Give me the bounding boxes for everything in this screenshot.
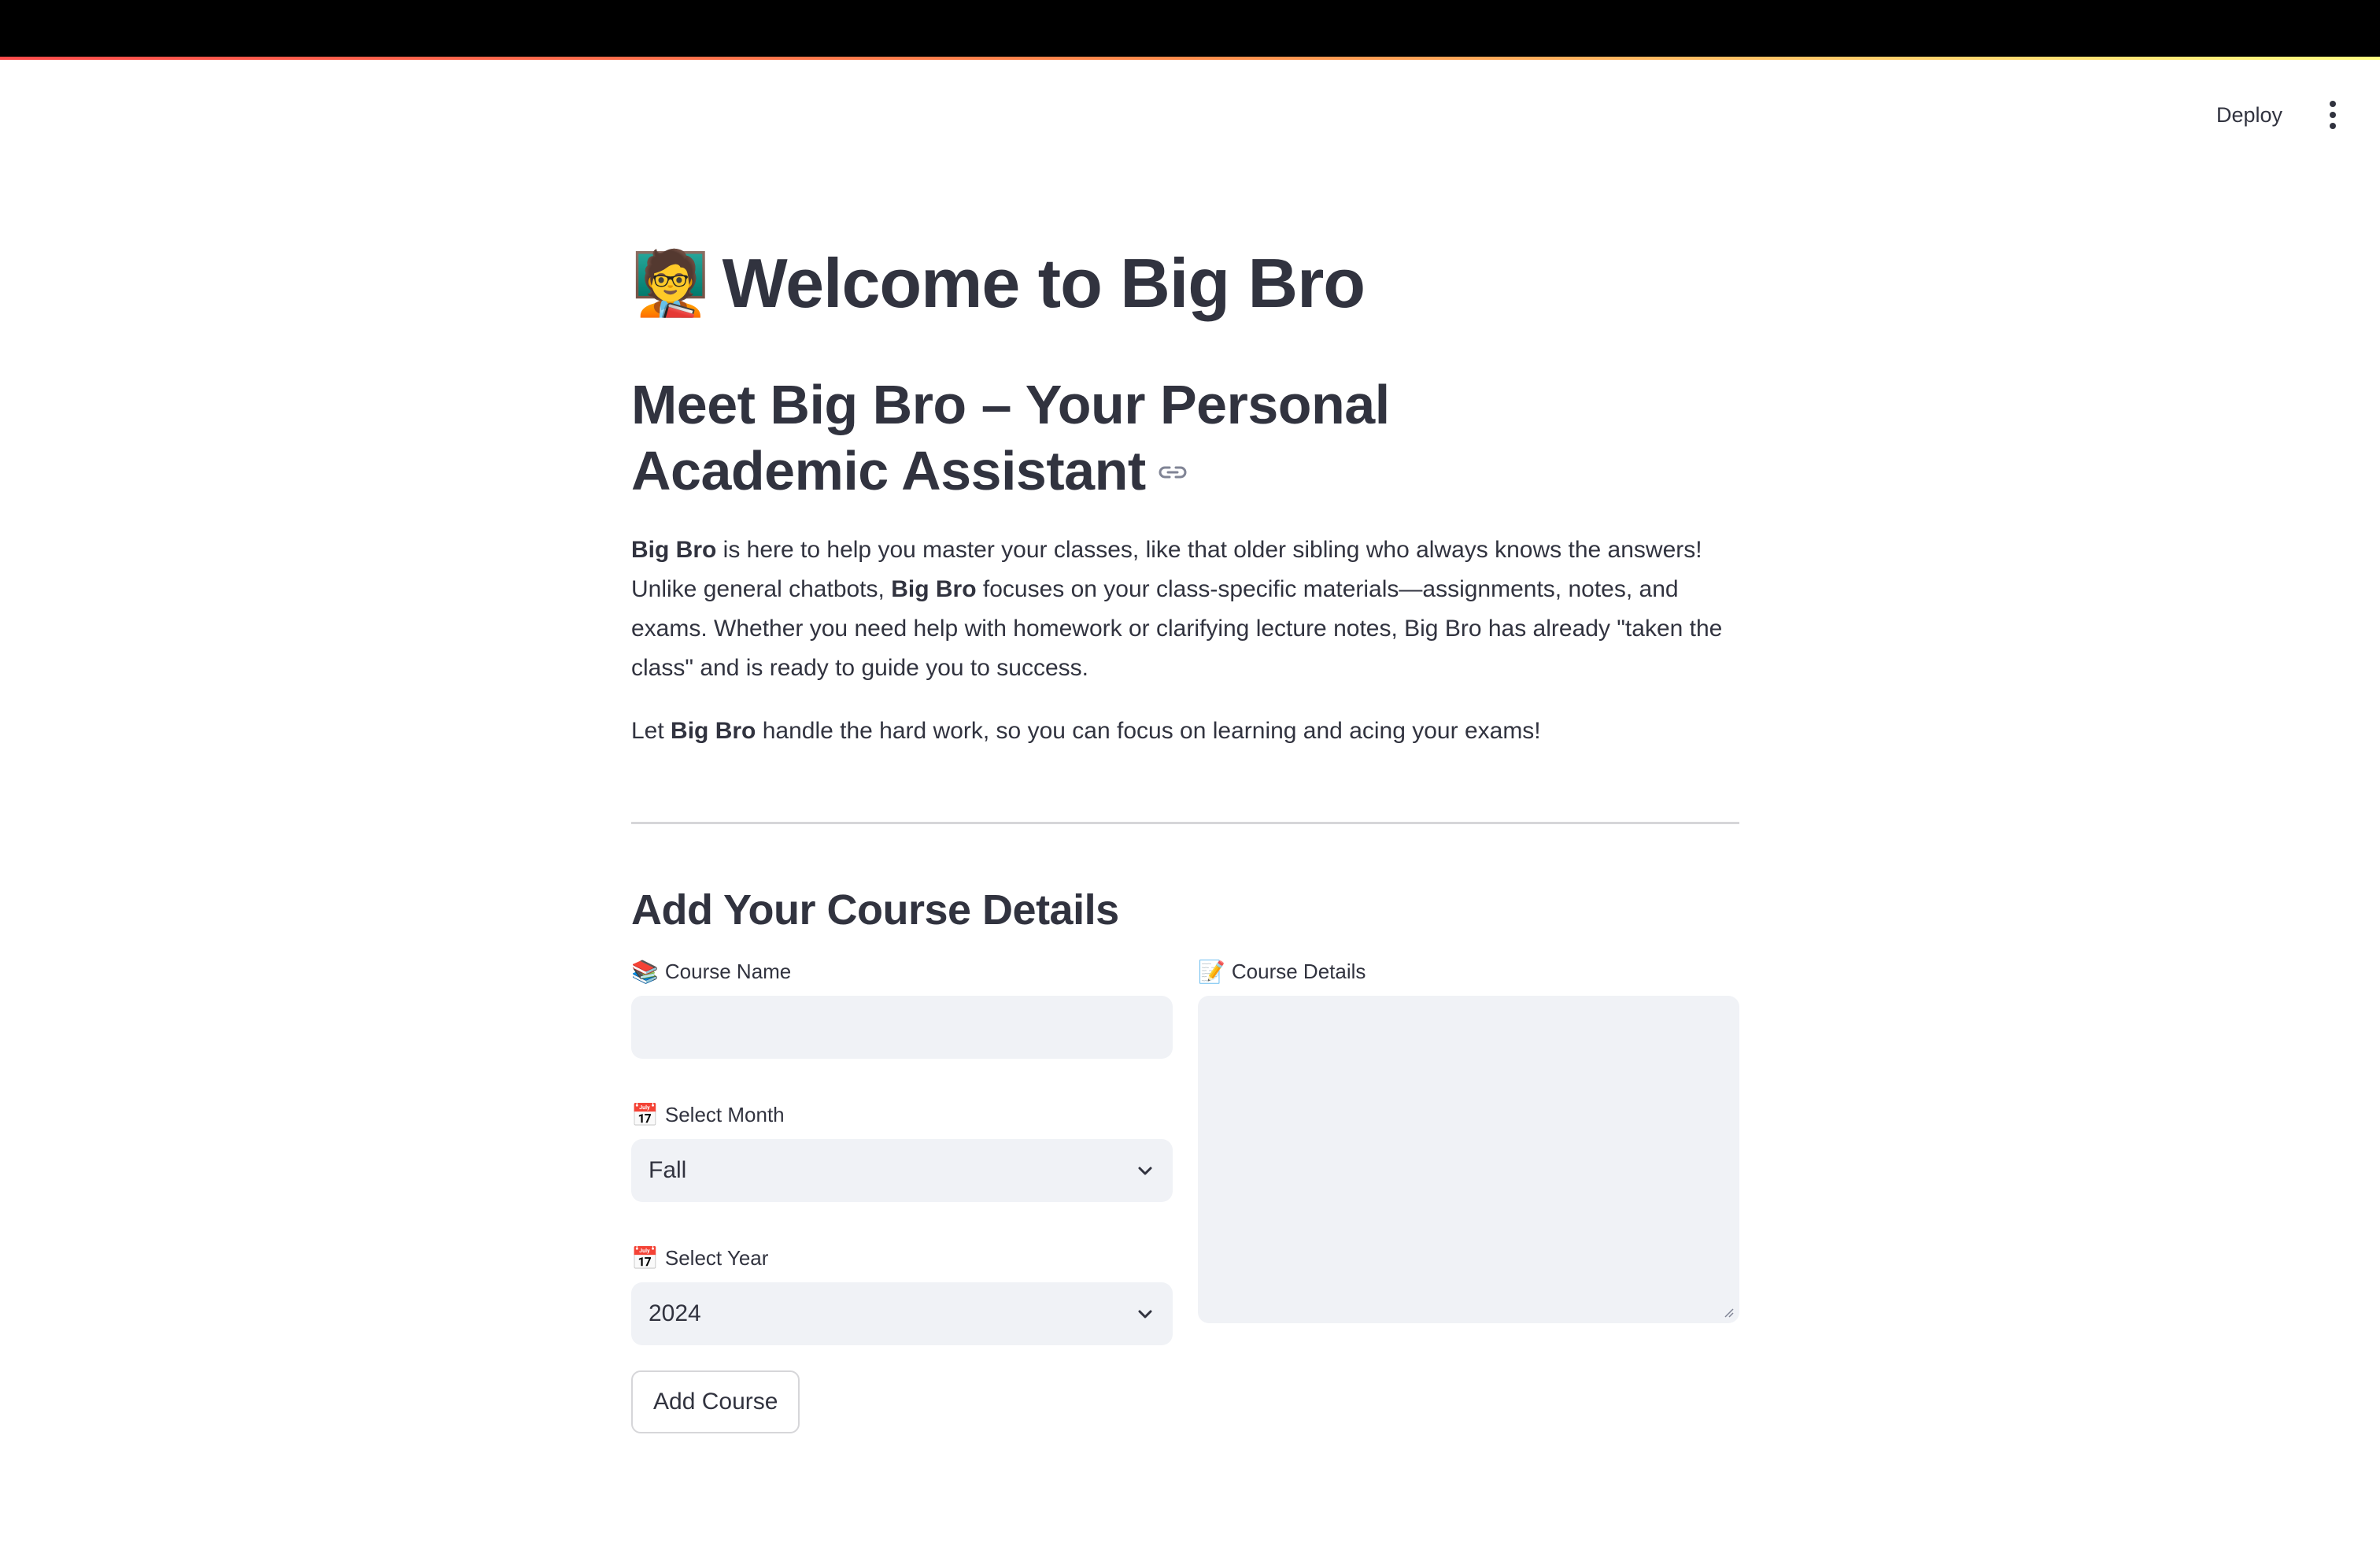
kebab-menu-icon[interactable] [2317, 93, 2349, 137]
deploy-button[interactable]: Deploy [2205, 97, 2293, 134]
year-label: 📅 Select Year [631, 1245, 1173, 1271]
month-label: 📅 Select Month [631, 1101, 1173, 1128]
brand-name: Big Bro [631, 537, 717, 563]
brand-name: Big Bro [671, 718, 756, 744]
month-selected-value: Fall [649, 1157, 687, 1183]
month-select[interactable]: Fall [631, 1139, 1173, 1202]
chevron-down-icon [1138, 1167, 1152, 1175]
chevron-down-icon [1138, 1310, 1152, 1319]
form-right-column: 📝 Course Details [1198, 958, 1739, 1433]
course-name-label-text: Course Name [664, 959, 792, 983]
subtitle-text: Meet Big Bro – Your Personal Academic As… [631, 374, 1390, 501]
form-left-column: 📚 Course Name 📅 Select Month Fall 📅 Sele… [631, 958, 1173, 1433]
course-form: 📚 Course Name 📅 Select Month Fall 📅 Sele… [631, 958, 1739, 1433]
month-label-text: Select Month [664, 1102, 785, 1126]
subtitle-heading: Meet Big Bro – Your Personal Academic As… [631, 372, 1654, 504]
header-toolbar: Deploy [2205, 93, 2349, 137]
top-bar [0, 0, 2380, 58]
section-title: Add Your Course Details [631, 886, 1119, 934]
year-label-text: Select Year [664, 1245, 769, 1270]
tagline-text: Let [631, 718, 671, 744]
tagline-paragraph: Let Big Bro handle the hard work, so you… [631, 712, 1739, 751]
tagline-text: handle the hard work, so you can focus o… [756, 718, 1541, 744]
course-details-label-text: Course Details [1231, 959, 1366, 983]
page-title: Welcome to Big Bro [722, 244, 1366, 322]
divider [631, 822, 1739, 824]
calendar-icon: 📅 [631, 1245, 659, 1270]
memo-icon: 📝 [1198, 959, 1225, 984]
add-course-button[interactable]: Add Course [631, 1370, 800, 1433]
main-content: 🧑‍🏫 Welcome to Big Bro Meet Big Bro – Yo… [631, 236, 1739, 1433]
top-decoration-line [0, 57, 2380, 60]
intro-paragraph: Big Bro is here to help you master your … [631, 531, 1749, 688]
title-row: 🧑‍🏫 Welcome to Big Bro [631, 236, 1739, 331]
course-details-textarea[interactable] [1198, 996, 1739, 1323]
calendar-icon: 📅 [631, 1102, 659, 1127]
course-name-label: 📚 Course Name [631, 958, 1173, 985]
year-selected-value: 2024 [649, 1300, 701, 1326]
year-select[interactable]: 2024 [631, 1282, 1173, 1345]
brand-name: Big Bro [891, 576, 977, 602]
books-icon: 📚 [631, 959, 659, 984]
course-name-input[interactable] [631, 996, 1173, 1059]
teacher-icon: 🧑‍🏫 [631, 248, 710, 318]
link-icon[interactable] [1157, 463, 1188, 482]
resize-grip-icon[interactable] [1722, 1306, 1735, 1319]
course-details-label: 📝 Course Details [1198, 958, 1739, 985]
